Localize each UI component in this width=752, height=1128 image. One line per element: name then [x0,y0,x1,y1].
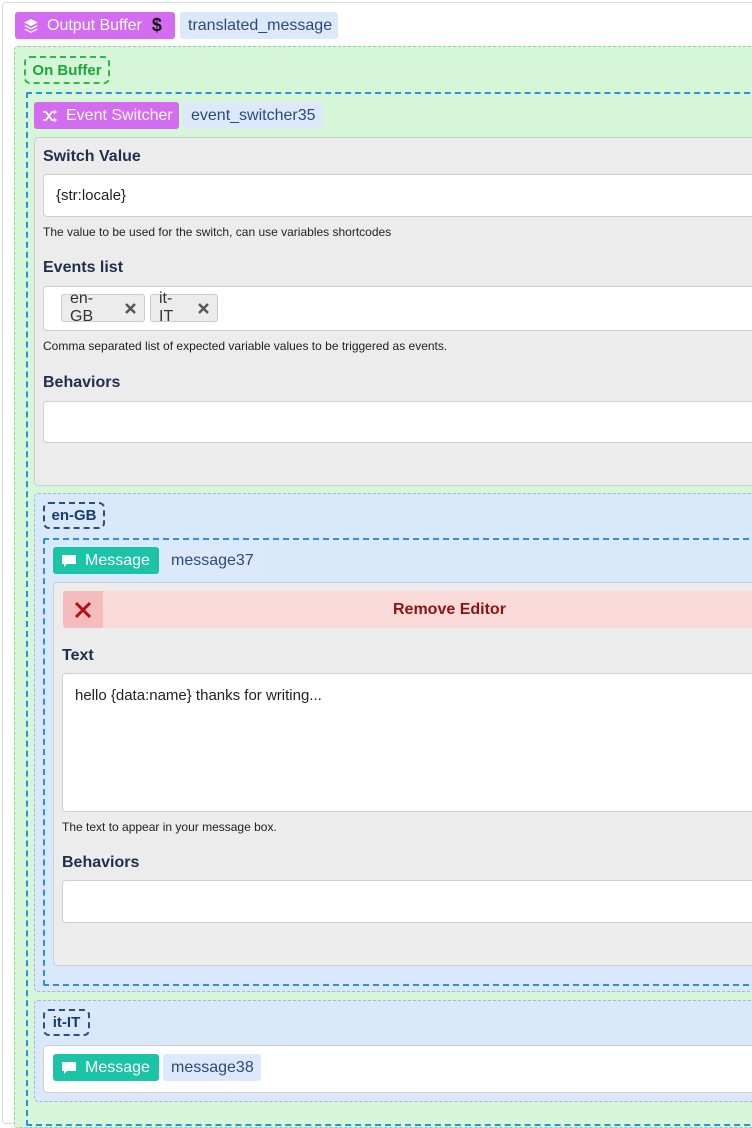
switch-value-input[interactable]: {str:locale} [43,174,752,217]
layers-icon [23,18,39,34]
text-value: hello {data:name} thanks for writing... [75,687,322,704]
output-buffer-label: Output Buffer [47,16,142,34]
close-icon[interactable] [125,302,136,314]
message-name[interactable]: message37 [163,547,261,574]
output-buffer-tag[interactable]: Output Buffer $ [15,12,175,39]
text-label: Text [62,647,94,664]
event-it-it-label: it-IT [43,1009,90,1036]
message-tag[interactable]: Message [53,547,159,574]
switch-value-text: {str:locale} [56,187,127,204]
message-tag[interactable]: Message [53,1054,159,1081]
switch-value-help: The value to be used for the switch, can… [43,225,392,239]
message-tag-label: Message [85,551,150,569]
event-switcher-label: Event Switcher [66,106,173,124]
switch-value-label: Switch Value [43,148,141,165]
event-en-gb-label: en-GB [43,502,105,529]
text-textarea[interactable]: hello {data:name} thanks for writing... [62,673,752,812]
event-switcher-name[interactable]: event_switcher35 [183,102,323,129]
on-buffer-label: On Buffer [24,56,110,84]
events-list-help: Comma separated list of expected variabl… [43,339,448,353]
behaviors-label: Behaviors [43,374,121,391]
message-name[interactable]: message38 [163,1054,261,1081]
close-icon [63,591,103,628]
event-chip-label: en-GB [70,290,94,325]
message-behaviors-label: Behaviors [62,854,140,871]
close-icon[interactable] [198,302,209,314]
message-tag-label: Message [85,1058,150,1076]
event-switcher-tag[interactable]: Event Switcher [34,102,179,129]
events-list-label: Events list [43,259,124,276]
dollar-icon: $ [151,15,162,35]
text-help: The text to appear in your message box. [62,820,277,834]
message-behaviors-input[interactable] [62,880,752,923]
event-chip-it-it: it-IT [150,290,218,325]
comment-icon [61,554,77,568]
remove-editor-button[interactable]: Remove Editor [63,591,752,628]
event-chip-en-gb: en-GB [61,290,145,325]
output-buffer-name[interactable]: translated_message [180,12,338,39]
behaviors-input[interactable] [43,401,752,443]
remove-editor-label: Remove Editor [393,600,506,618]
event-chip-label: it-IT [159,290,174,325]
shuffle-icon [42,109,58,123]
comment-icon [61,1061,77,1075]
